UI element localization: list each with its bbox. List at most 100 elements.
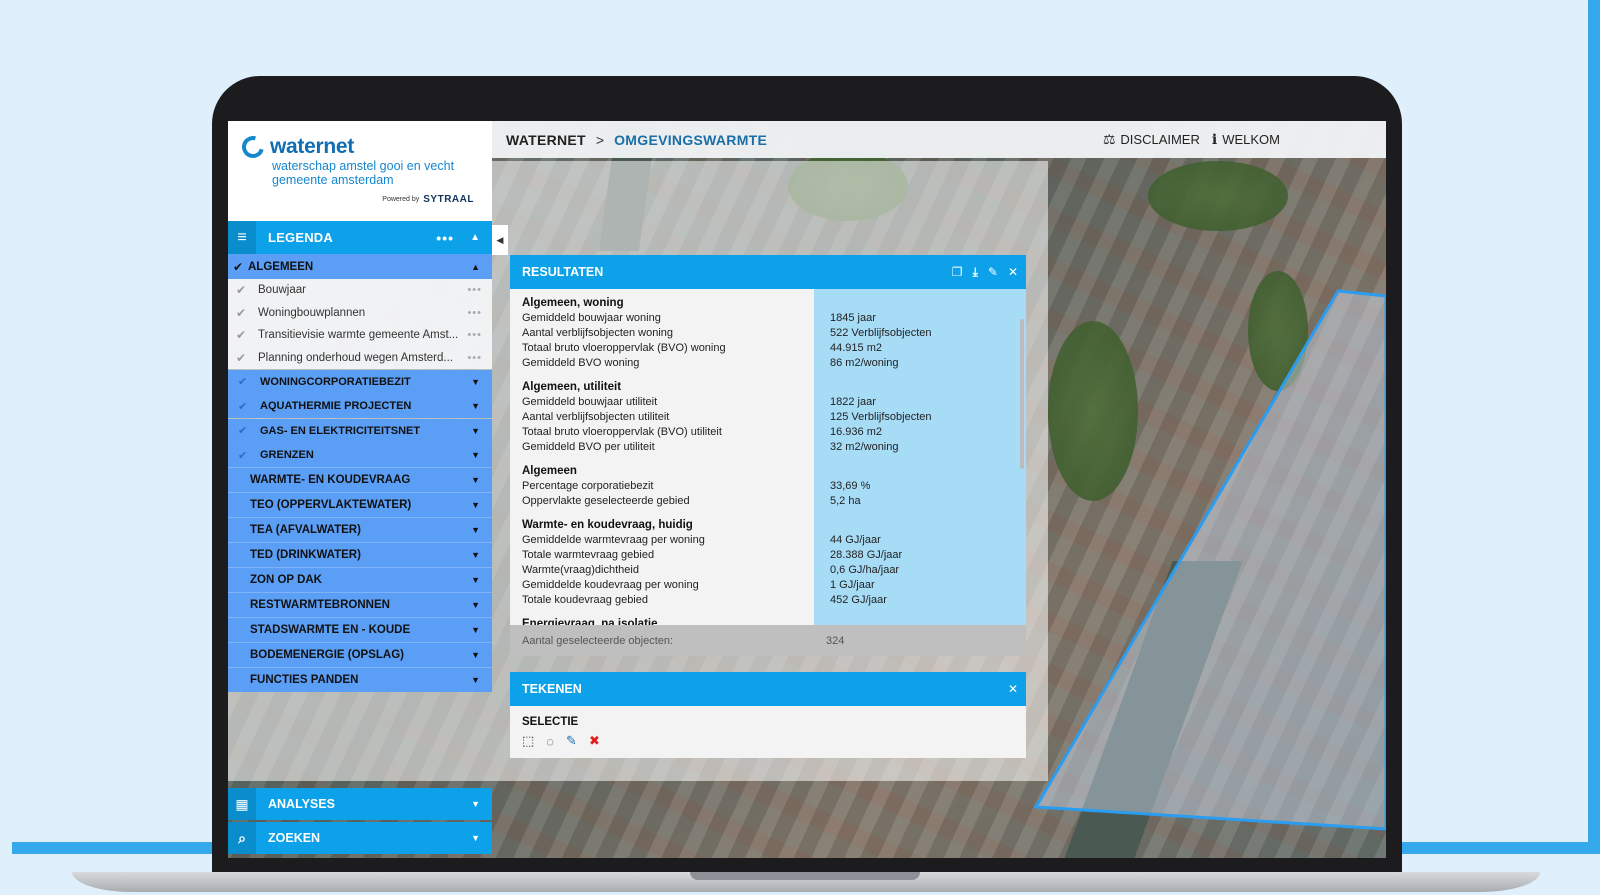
legend-category[interactable]: RESTWARMTEBRONNEN ▼ (228, 592, 492, 617)
legend-layer[interactable]: ✔ Bouwjaar ••• (228, 279, 492, 302)
chevron-down-icon[interactable]: ▼ (471, 575, 480, 585)
legend-layer[interactable]: ✔ Planning onderhoud wegen Amsterd... ••… (228, 346, 492, 369)
sidebar-collapse-button[interactable]: ◀ (492, 225, 508, 255)
legend-category-label: STADSWARMTE EN - KOUDE (250, 624, 411, 636)
more-options-icon[interactable]: ••• (467, 307, 482, 319)
chevron-down-icon[interactable]: ▼ (471, 550, 480, 560)
legend-subgroup[interactable]: ✔ WONINGCORPORATIEBEZIT ▼ (228, 369, 492, 394)
check-icon[interactable]: ✔ (238, 449, 260, 462)
rectangle-select-icon[interactable]: ⬚ (522, 733, 534, 749)
legend-category-label: TEA (AFVALWATER) (250, 524, 361, 536)
background-accent-inner (1580, 0, 1588, 854)
chevron-down-icon[interactable]: ▼ (471, 475, 480, 485)
laptop-base-notch (690, 872, 920, 880)
legend-subgroup[interactable]: ✔ AQUATHERMIE PROJECTEN ▼ (228, 394, 492, 418)
zoeken-header[interactable]: ⌕ ZOEKEN ▼ (228, 822, 492, 854)
results-row: Totaal bruto vloeroppervlak (BVO) utilit… (522, 425, 1026, 440)
waternet-logo-icon (237, 131, 269, 163)
chevron-left-icon: ◀ (496, 234, 504, 245)
delete-icon[interactable]: ✖ (589, 733, 600, 749)
results-row-label: Totaal bruto vloeroppervlak (BVO) woning (522, 342, 726, 354)
legend-subgroup-label: GAS- EN ELEKTRICITEITSNET (260, 424, 421, 437)
legend-subgroup[interactable]: ✔ GAS- EN ELEKTRICITEITSNET ▼ (228, 418, 492, 443)
chevron-down-icon[interactable]: ▼ (471, 500, 480, 510)
chevron-down-icon[interactable]: ▼ (471, 799, 480, 809)
legend-category[interactable]: BODEMENERGIE (OPSLAG) ▼ (228, 642, 492, 667)
more-options-icon[interactable]: ••• (467, 329, 482, 341)
more-options-icon[interactable]: ••• (467, 352, 482, 364)
analyses-header[interactable]: ▦ ANALYSES ▼ (228, 788, 492, 820)
legend-layer[interactable]: ✔ Woningbouwplannen ••• (228, 301, 492, 324)
scales-icon: ⚖ (1102, 131, 1116, 147)
legend-category[interactable]: WARMTE- EN KOUDEVRAAG ▼ (228, 467, 492, 492)
chevron-down-icon[interactable]: ▼ (471, 833, 480, 843)
close-icon[interactable]: ✕ (1008, 682, 1018, 696)
check-icon[interactable]: ✔ (238, 424, 260, 437)
results-section: Warmte- en koudevraag, huidig Gemiddelde … (510, 518, 1026, 608)
legend-category[interactable]: TEA (AFVALWATER) ▼ (228, 517, 492, 542)
legend-category[interactable]: TEO (OPPERVLAKTEWATER) ▼ (228, 492, 492, 517)
header-links: ⚖ DISCLAIMER i WELKOM (1103, 121, 1280, 158)
draw-panel: TEKENEN ✕ SELECTIE ⬚ ◌ ✎ ✖ (510, 672, 1026, 758)
results-row-value: 1 GJ/jaar (830, 579, 875, 591)
results-row-value: 1845 jaar (830, 312, 876, 324)
chevron-down-icon[interactable]: ▼ (471, 650, 480, 660)
legend-category[interactable]: ZON OP DAK ▼ (228, 567, 492, 592)
results-row-label: Gemiddeld BVO woning (522, 357, 640, 369)
legend-category-label: BODEMENERGIE (OPSLAG) (250, 649, 404, 661)
chevron-down-icon[interactable]: ▼ (471, 426, 480, 436)
lasso-select-icon[interactable]: ◌ (546, 734, 554, 749)
legend-category[interactable]: TED (DRINKWATER) ▼ (228, 542, 492, 567)
welkom-link[interactable]: i WELKOM (1212, 132, 1280, 148)
check-icon[interactable]: ✔ (238, 400, 260, 413)
chevron-down-icon[interactable]: ▼ (471, 625, 480, 635)
disclaimer-link[interactable]: ⚖ DISCLAIMER (1103, 131, 1200, 148)
selected-count-value: 324 (826, 634, 845, 647)
chevron-down-icon[interactable]: ▼ (471, 450, 480, 460)
check-icon[interactable]: ✔ (236, 306, 258, 320)
zoeken-title: ZOEKEN (268, 831, 321, 845)
chevron-down-icon[interactable]: ▼ (471, 377, 480, 387)
results-row: Totale warmtevraag gebied 28.388 GJ/jaar (522, 548, 1026, 563)
check-icon[interactable]: ✔ (236, 328, 258, 342)
chevron-down-icon[interactable]: ▼ (471, 525, 480, 535)
legend-group-algemeen[interactable]: ✔ ALGEMEEN ▲ (228, 254, 492, 279)
breadcrumb-root[interactable]: WATERNET (506, 132, 586, 148)
legend-header[interactable]: ≡ LEGENDA ••• ▲ (228, 221, 492, 254)
more-options-icon[interactable]: ••• (467, 284, 482, 296)
check-icon[interactable]: ✔ (238, 375, 260, 388)
breadcrumb-current[interactable]: OMGEVINGSWARMTE (614, 132, 767, 148)
legend-subgroup-label: AQUATHERMIE PROJECTEN (260, 400, 412, 412)
collapse-up-icon[interactable]: ▲ (471, 262, 480, 272)
chevron-down-icon[interactable]: ▼ (471, 600, 480, 610)
results-body[interactable]: Algemeen, woning Gemiddeld bouwjaar wonin… (510, 289, 1026, 625)
edit-icon[interactable]: ✎ (988, 265, 998, 280)
app-screen: WATERNET > OMGEVINGSWARMTE ⚖ DISCLAIMER … (228, 121, 1386, 858)
legend-category[interactable]: FUNCTIES PANDEN ▼ (228, 667, 492, 692)
close-icon[interactable]: ✕ (1008, 265, 1018, 280)
logo-subtitle-2: gemeente amsterdam (272, 173, 394, 187)
copy-icon[interactable]: ❐ (952, 265, 963, 280)
results-row-label: Gemiddeld BVO per utiliteit (522, 441, 655, 453)
more-options-icon[interactable]: ••• (436, 230, 454, 246)
results-row-value: 522 Verblijfsobjecten (830, 327, 932, 339)
results-row: Warmte(vraag)dichtheid 0,6 GJ/ha/jaar (522, 563, 1026, 578)
results-scrollbar[interactable] (1020, 319, 1024, 469)
results-section-title: Algemeen, woning (522, 297, 624, 309)
check-icon[interactable]: ✔ (236, 283, 258, 297)
legend-layer[interactable]: ✔ Transitievisie warmte gemeente Amst...… (228, 324, 492, 347)
check-icon[interactable]: ✔ (228, 260, 248, 274)
chevron-down-icon[interactable]: ▼ (471, 401, 480, 411)
results-row-value: 44 GJ/jaar (830, 534, 881, 546)
collapse-up-icon[interactable]: ▲ (470, 232, 480, 243)
download-icon[interactable]: ⤓ (973, 265, 978, 280)
results-row: Aantal verblijfsobjecten utiliteit 125 Ve… (522, 410, 1026, 425)
chevron-down-icon[interactable]: ▼ (471, 675, 480, 685)
results-row-label: Percentage corporatiebezit (522, 480, 654, 492)
results-row: Gemiddeld bouwjaar woning 1845 jaar (522, 311, 1026, 326)
legend-category[interactable]: STADSWARMTE EN - KOUDE ▼ (228, 617, 492, 642)
legend-subgroup[interactable]: ✔ GRENZEN ▼ (228, 443, 492, 467)
pencil-icon[interactable]: ✎ (566, 733, 577, 749)
check-icon[interactable]: ✔ (236, 351, 258, 365)
hamburger-icon[interactable]: ≡ (228, 221, 256, 254)
